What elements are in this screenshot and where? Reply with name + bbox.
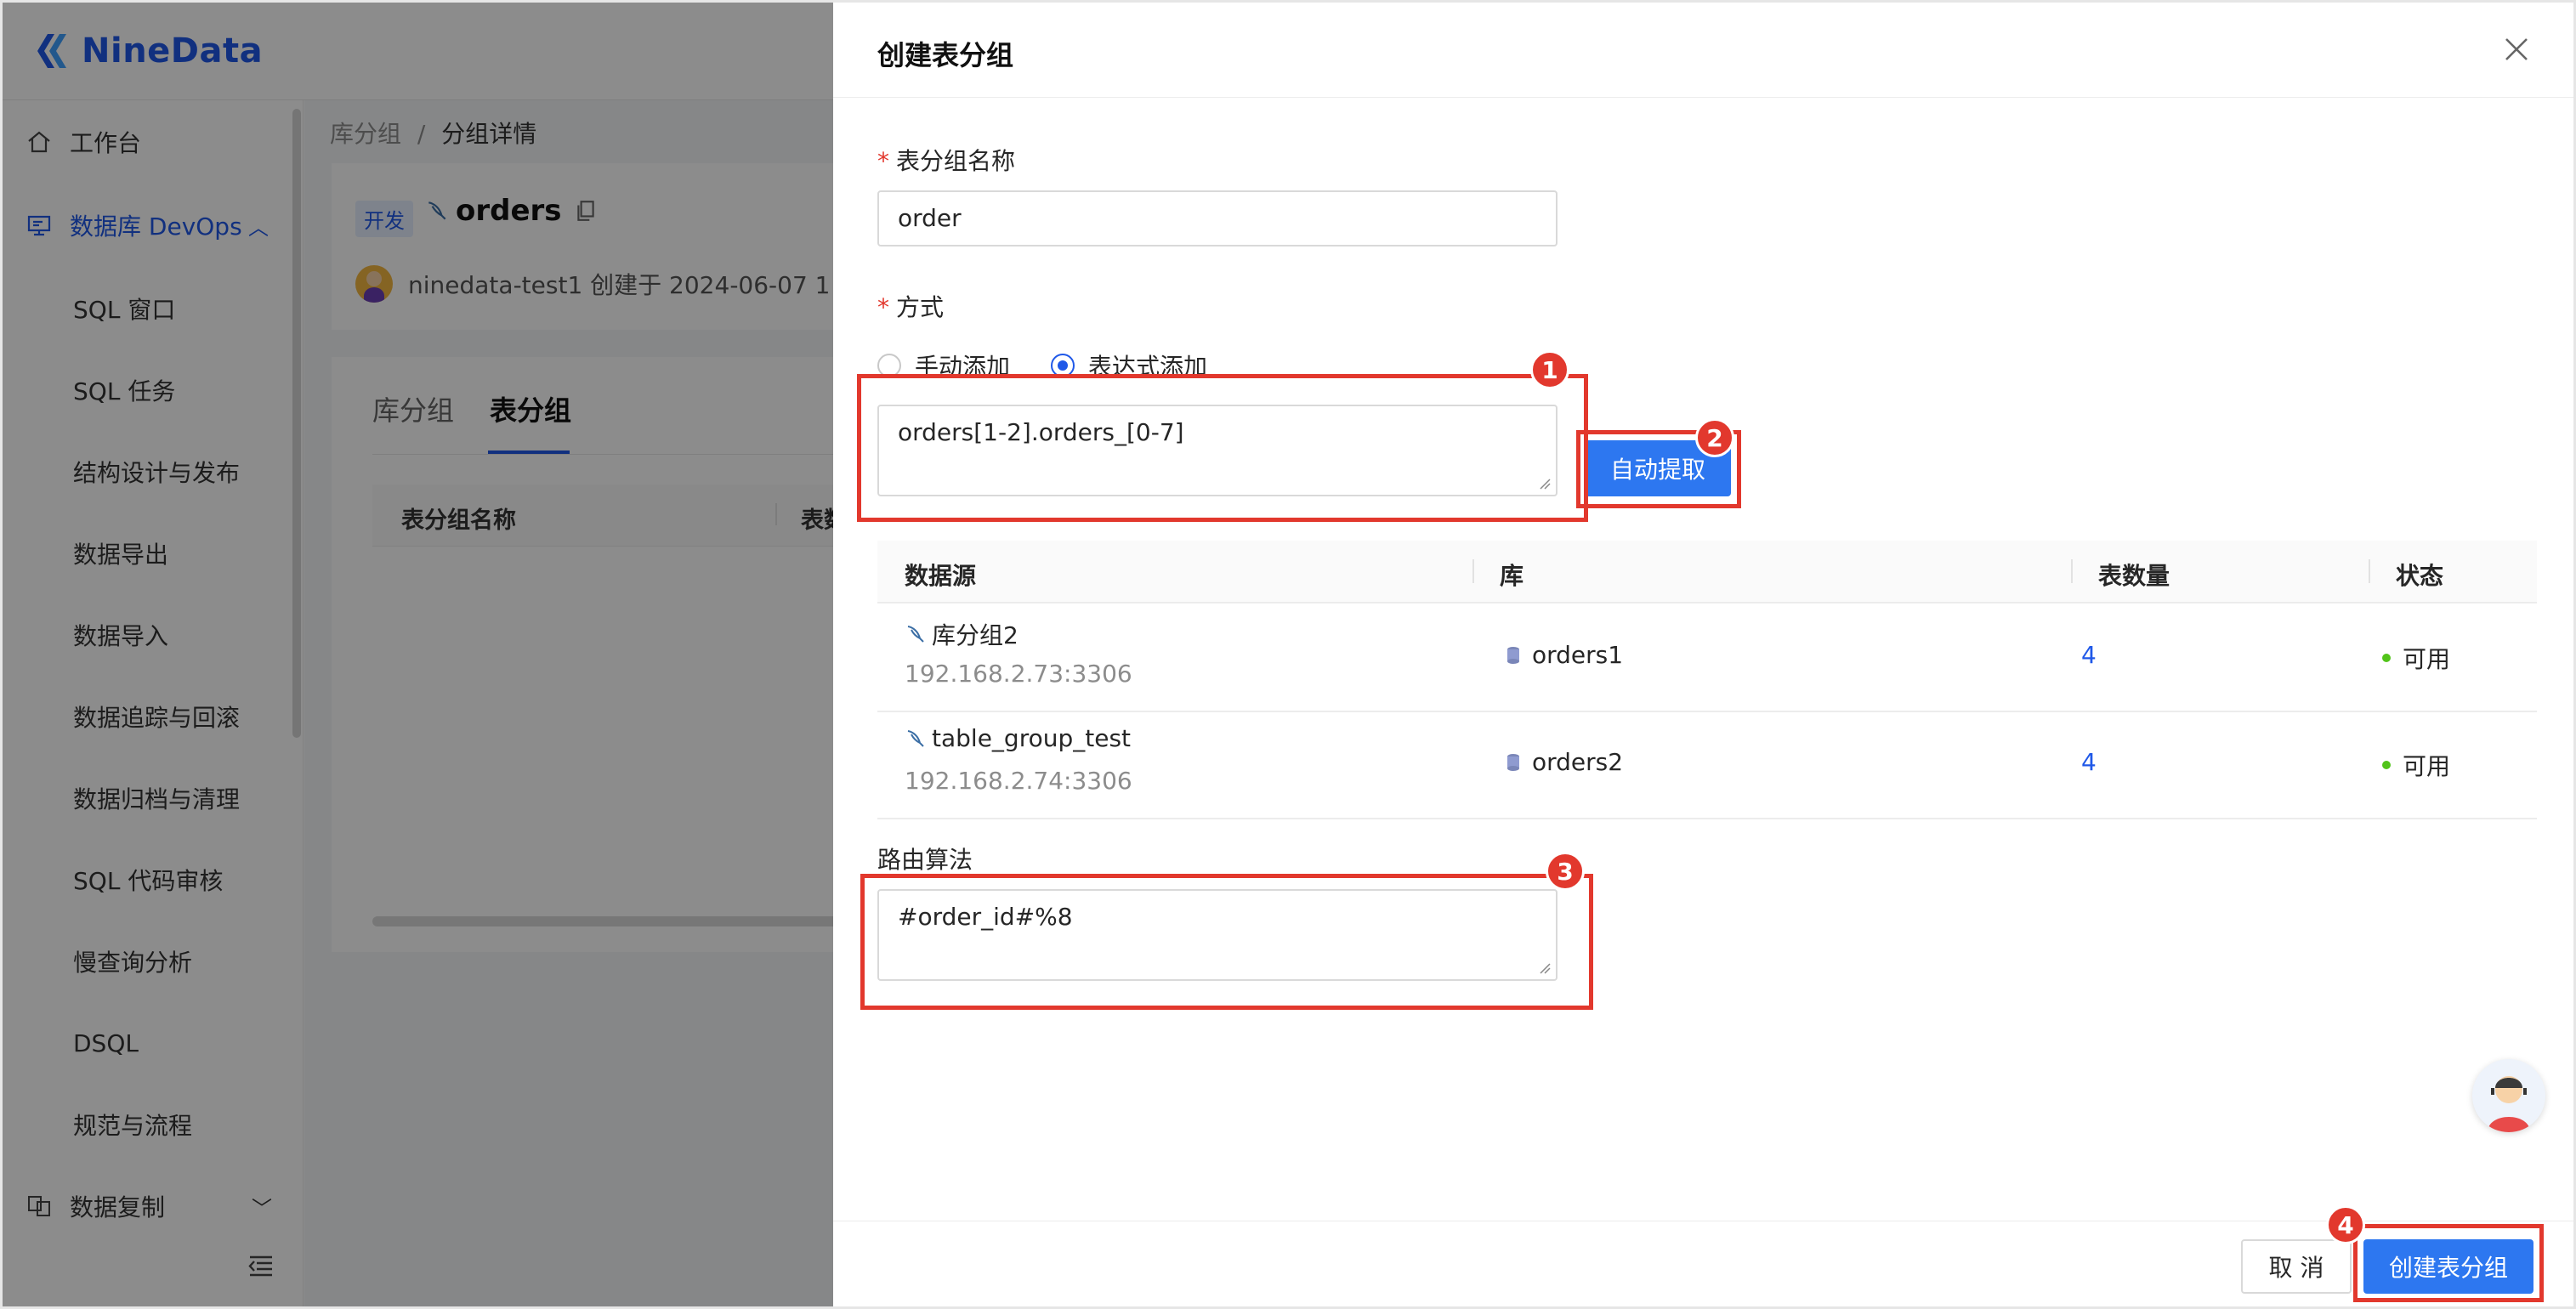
window-frame xyxy=(0,0,2576,1309)
